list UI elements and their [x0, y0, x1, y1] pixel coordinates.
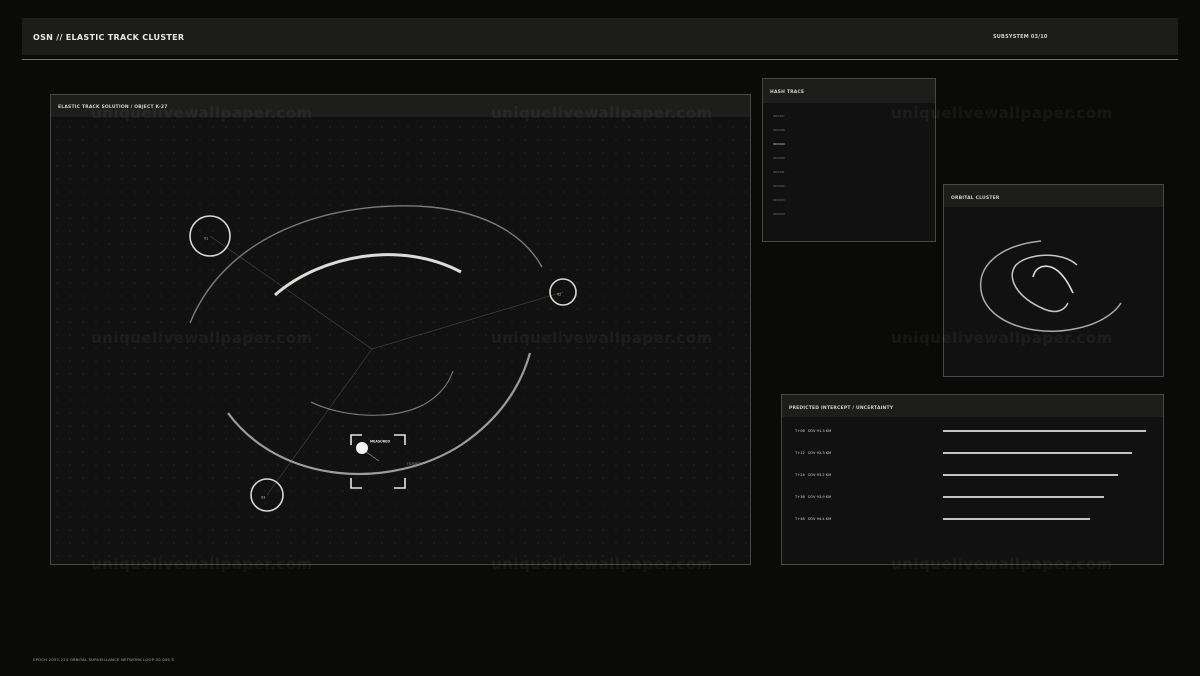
uncertainty-bar [943, 474, 1118, 476]
watermark: uniquelivewallpaper.com [891, 104, 1113, 122]
prediction-row-label: T+12 COV 92.3 KM [795, 451, 831, 455]
prediction-time: T+48 [795, 517, 805, 521]
predicted-intercept-header: PREDICTED INTERCEPT / UNCERTAINTY [782, 395, 1163, 417]
filtered-label: FILTERED [407, 462, 422, 466]
status-footer: EPOCH 2053.224 ORBITAL SURVEILLANCE NETW… [33, 657, 175, 662]
measured-label: MEASURED [370, 440, 390, 444]
subsystem-indicator: SUBSYSTEM 03/10 [993, 34, 1048, 40]
watermark: uniquelivewallpaper.com [891, 329, 1113, 347]
predicted-intercept-title: PREDICTED INTERCEPT / UNCERTAINTY [789, 406, 894, 411]
hash-row[interactable]: 000C027 [773, 115, 785, 118]
hash-row[interactable]: 000C033 [773, 199, 785, 202]
header-bar: OSN // ELASTIC TRACK CLUSTER SUBSYSTEM 0… [22, 18, 1178, 55]
uncertainty-bar [943, 496, 1104, 498]
hash-row[interactable]: 000C032 [773, 185, 785, 188]
prediction-time: T+36 [795, 495, 805, 499]
node-03-label: 03 [261, 496, 265, 500]
watermark: uniquelivewallpaper.com [491, 329, 713, 347]
prediction-cov: COV 93.2 KM [807, 473, 832, 477]
uncertainty-bar [943, 518, 1090, 520]
orbit-inner [1032, 265, 1074, 294]
orbital-canvas [979, 240, 1122, 332]
prediction-row-label: T+06 COV 91.3 KM [795, 429, 831, 433]
watermark: uniquelivewallpaper.com [491, 104, 713, 122]
hash-row-selected[interactable]: 000C029 [773, 143, 785, 146]
prediction-time: T+12 [795, 451, 805, 455]
prediction-row-label: T+24 COV 93.2 KM [795, 473, 831, 477]
watermark: uniquelivewallpaper.com [491, 555, 713, 573]
prediction-row-label: T+36 COV 93.9 KM [795, 495, 831, 499]
watermark: uniquelivewallpaper.com [91, 329, 313, 347]
watermark: uniquelivewallpaper.com [91, 104, 313, 122]
hash-row[interactable]: 000C034 [773, 213, 785, 216]
hash-trace-header: HASH TRACE [763, 79, 935, 103]
prediction-cov: COV 93.9 KM [807, 495, 832, 499]
hash-row[interactable]: 000C028 [773, 129, 785, 132]
hash-row[interactable]: 000C030 [773, 157, 785, 160]
uncertainty-bar [943, 452, 1132, 454]
measured-point [356, 442, 368, 454]
orbit-outer [979, 240, 1122, 332]
prediction-time: T+06 [795, 429, 805, 433]
uncertainty-bar [943, 430, 1146, 432]
watermark: uniquelivewallpaper.com [891, 555, 1113, 573]
header-divider [22, 59, 1178, 60]
watermark: uniquelivewallpaper.com [91, 555, 313, 573]
hash-trace-panel: HASH TRACE 000C027 000C028 000C029 000C0… [762, 78, 936, 242]
hash-row[interactable]: 000C031 [773, 171, 785, 174]
prediction-cov: COV 92.3 KM [807, 451, 832, 455]
prediction-cov: COV 94.4 KM [807, 517, 832, 521]
node-01-label: 01 [204, 237, 208, 241]
hash-trace-title: HASH TRACE [770, 90, 805, 95]
orbital-cluster-title: ORBITAL CLUSTER [951, 196, 1000, 201]
predicted-intercept-panel: PREDICTED INTERCEPT / UNCERTAINTY T+06 CO… [781, 394, 1164, 565]
prediction-time: T+24 [795, 473, 805, 477]
node-02-label: 02 [557, 293, 561, 297]
prediction-row-label: T+48 COV 94.4 KM [795, 517, 831, 521]
orbital-cluster-panel: ORBITAL CLUSTER [943, 184, 1164, 377]
prediction-cov: COV 91.3 KM [807, 429, 832, 433]
orbital-cluster-header: ORBITAL CLUSTER [944, 185, 1163, 207]
app-title: OSN // ELASTIC TRACK CLUSTER [33, 33, 185, 42]
